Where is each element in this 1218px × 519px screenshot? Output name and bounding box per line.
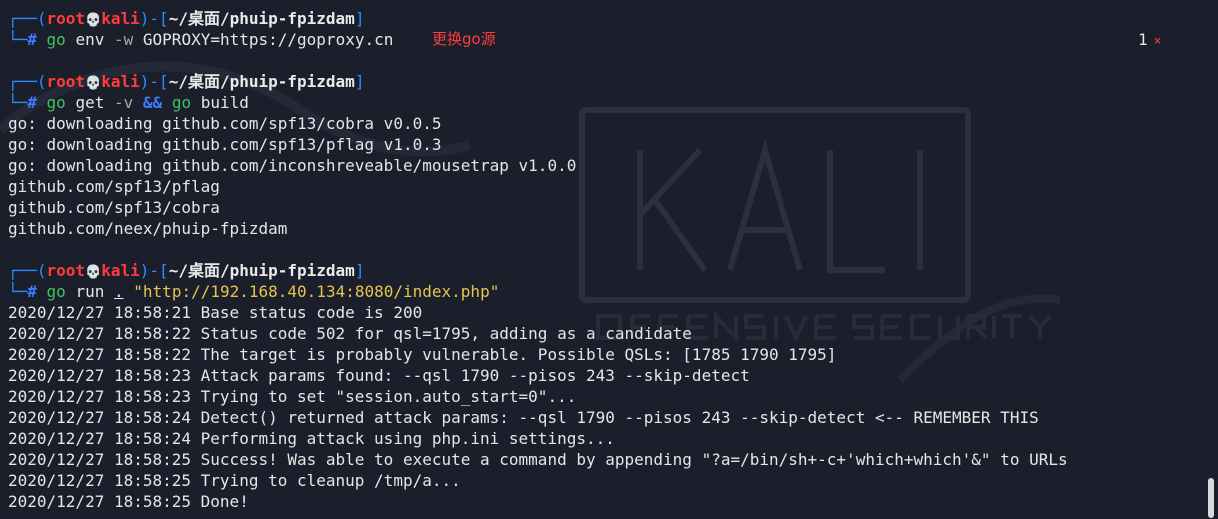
prompt-user: root: [46, 9, 86, 28]
prompt-user: root: [46, 72, 86, 91]
log-line: 2020/12/27 18:58:25 Done!: [8, 492, 249, 511]
log-line: 2020/12/27 18:58:25 Trying to cleanup /t…: [8, 471, 461, 490]
skull-icon: 💀: [85, 76, 102, 91]
command-arg: run: [75, 282, 105, 301]
command-arg: env: [75, 30, 105, 49]
log-line: 2020/12/27 18:58:22 Status code 502 for …: [8, 324, 692, 343]
command-name: go: [46, 30, 66, 49]
scrollbar[interactable]: [1204, 0, 1214, 519]
exit-status: 1 ×: [1138, 29, 1161, 52]
output-line: go: downloading github.com/spf13/pflag v…: [8, 135, 442, 154]
prompt-header: ┌──(root💀kali)-[~/桌面/phuip-fpizdam]: [8, 72, 365, 91]
prompt-hash: #: [27, 282, 37, 301]
log-line: 2020/12/27 18:58:25 Success! Was able to…: [8, 450, 1068, 469]
log-line: 2020/12/27 18:58:22 The target is probab…: [8, 345, 837, 364]
command-operator: &&: [142, 93, 163, 112]
output-line: go: downloading github.com/inconshreveab…: [8, 156, 577, 175]
command-arg: .: [114, 282, 124, 301]
output-line: go: downloading github.com/spf13/cobra v…: [8, 114, 442, 133]
command-name: go: [171, 93, 192, 112]
prompt-header: ┌──(root💀kali)-[~/桌面/phuip-fpizdam]: [8, 261, 365, 280]
log-line: 2020/12/27 18:58:23 Attack params found:…: [8, 366, 750, 385]
prompt-dir: ~/桌面/phuip-fpizdam: [168, 72, 355, 91]
scrollbar-thumb[interactable]: [1208, 478, 1214, 518]
command-arg: get: [75, 93, 105, 112]
skull-icon: 💀: [85, 265, 102, 280]
command-line[interactable]: └─# go get -v && go build: [8, 92, 1198, 113]
output-line: github.com/spf13/pflag: [8, 177, 220, 196]
prompt-dir: ~/桌面/phuip-fpizdam: [168, 9, 355, 28]
prompt-host: kali: [101, 9, 140, 28]
command-arg: build: [200, 93, 249, 112]
log-line: 2020/12/27 18:58:24 Performing attack us…: [8, 429, 615, 448]
close-icon: ×: [1153, 34, 1162, 49]
prompt-host: kali: [101, 261, 140, 280]
prompt-host: kali: [101, 72, 140, 91]
log-line: 2020/12/27 18:58:23 Trying to set "sessi…: [8, 387, 577, 406]
command-name: go: [46, 282, 66, 301]
prompt-header: ┌──(root💀kali)-[~/桌面/phuip-fpizdam]: [8, 9, 365, 28]
prompt-hash: #: [27, 30, 37, 49]
log-line: 2020/12/27 18:58:24 Detect() returned at…: [8, 408, 1039, 427]
prompt-hash: #: [27, 93, 37, 112]
command-line[interactable]: └─# go run . "http://192.168.40.134:8080…: [8, 281, 1198, 302]
command-flag: -w: [114, 30, 134, 49]
prompt-user: root: [46, 261, 86, 280]
url-string: "http://192.168.40.134:8080/index.php": [133, 282, 500, 301]
terminal-output: ┌──(root💀kali)-[~/桌面/phuip-fpizdam] └─# …: [8, 8, 1198, 512]
prompt-dir: ~/桌面/phuip-fpizdam: [168, 261, 355, 280]
exit-code: 1: [1138, 30, 1148, 49]
terminal-window[interactable]: ┌──(root💀kali)-[~/桌面/phuip-fpizdam] └─# …: [0, 0, 1218, 519]
command-line[interactable]: └─# go env -w GOPROXY=https://goproxy.cn…: [8, 29, 1198, 50]
command-name: go: [46, 93, 66, 112]
command-flag: -v: [114, 93, 134, 112]
annotation-note: 更换go源: [432, 30, 496, 48]
log-line: 2020/12/27 18:58:21 Base status code is …: [8, 303, 423, 322]
command-arg: GOPROXY=https://goproxy.cn: [142, 30, 394, 49]
output-line: github.com/neex/phuip-fpizdam: [8, 219, 288, 238]
skull-icon: 💀: [85, 13, 102, 28]
output-line: github.com/spf13/cobra: [8, 198, 220, 217]
